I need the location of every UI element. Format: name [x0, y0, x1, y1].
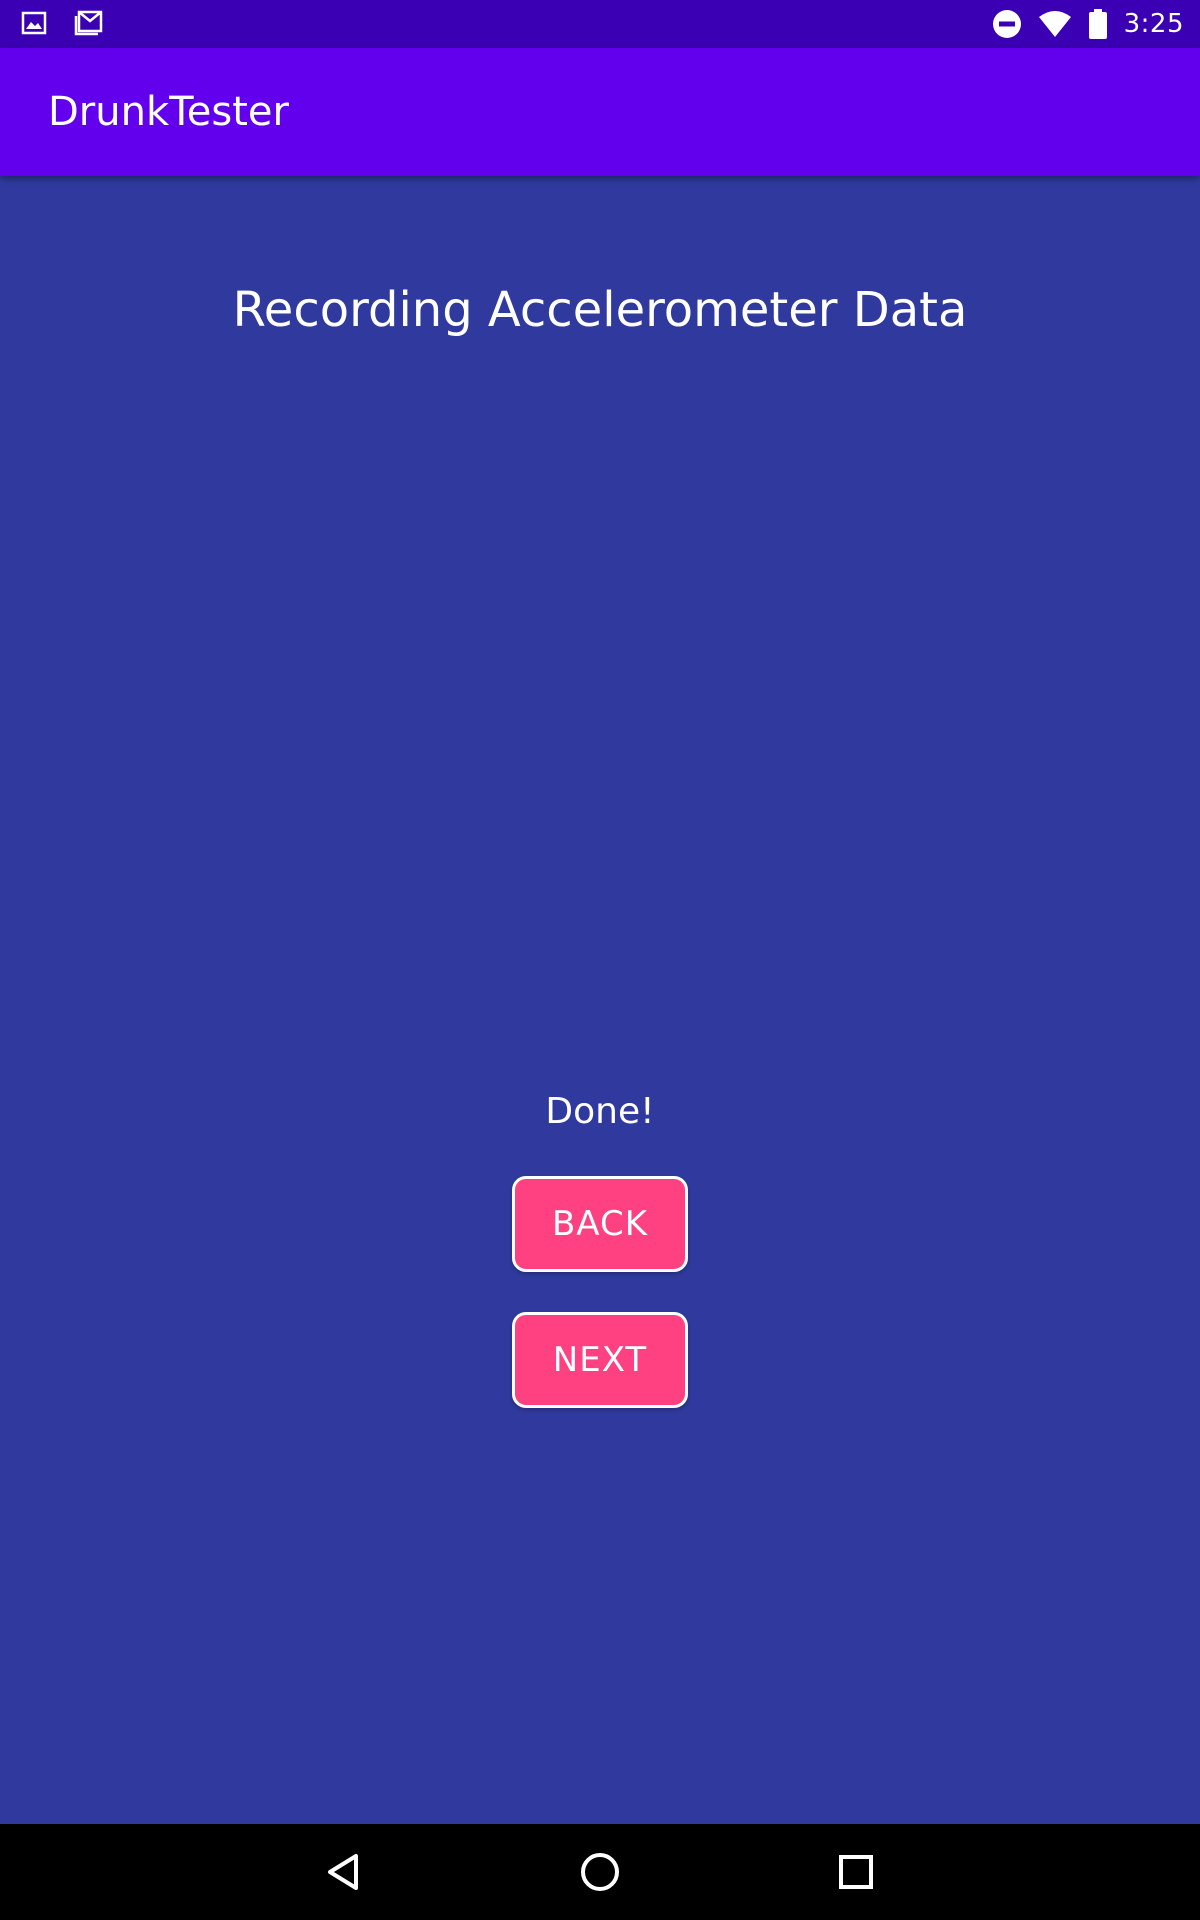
nav-home-icon: [579, 1851, 621, 1893]
back-button[interactable]: BACK: [512, 1176, 688, 1272]
next-button[interactable]: NEXT: [512, 1312, 688, 1408]
nav-back-button[interactable]: [314, 1842, 374, 1902]
nav-recents-icon: [837, 1853, 875, 1891]
wifi-icon: [1038, 10, 1072, 38]
page-heading: Recording Accelerometer Data: [232, 282, 968, 338]
recording-status: Done!: [545, 1091, 655, 1132]
app-title: DrunkTester: [48, 89, 289, 135]
gmail-icon: [74, 9, 104, 37]
image-icon: [20, 9, 48, 37]
nav-back-icon: [324, 1852, 364, 1892]
navigation-bar: [0, 1824, 1200, 1920]
status-time: 3:25: [1123, 9, 1184, 39]
nav-home-button[interactable]: [570, 1842, 630, 1902]
notification-icons: [20, 9, 104, 37]
status-bar: 3:25: [0, 0, 1200, 48]
app-bar: DrunkTester: [0, 48, 1200, 176]
nav-recents-button[interactable]: [826, 1842, 886, 1902]
do-not-disturb-icon: [992, 9, 1022, 39]
battery-icon: [1088, 9, 1108, 39]
system-icons: 3:25: [992, 6, 1184, 42]
screen: 3:25 DrunkTester Recording Accelerometer…: [0, 0, 1200, 1920]
